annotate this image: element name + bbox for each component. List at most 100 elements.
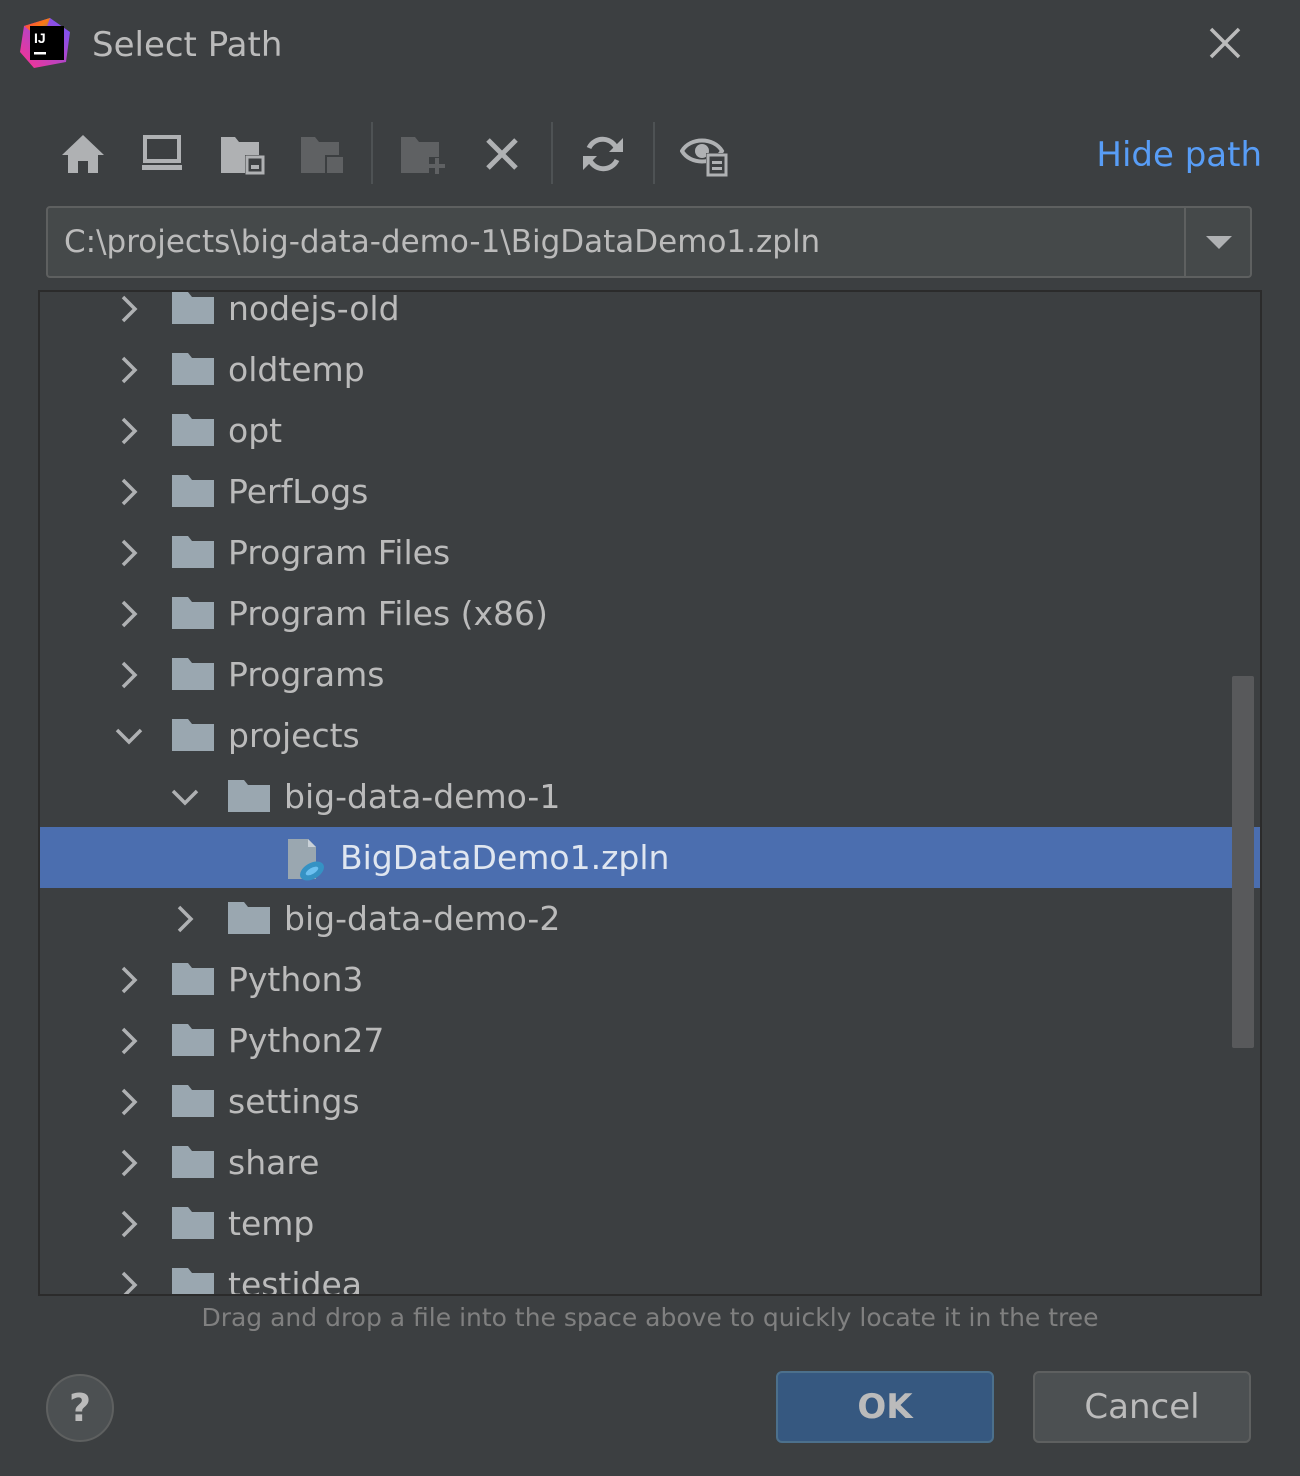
tree-row-label: Program Files (x86) — [228, 594, 548, 633]
zeppelin-file-icon — [282, 837, 328, 881]
tree-row-label: PerfLogs — [228, 472, 369, 511]
tree-row-label: nodejs-old — [228, 290, 400, 328]
close-icon[interactable] — [1200, 18, 1250, 68]
tree-row-folder[interactable]: Program Files (x86) — [40, 583, 1260, 644]
tree-row-label: Programs — [228, 655, 385, 694]
show-hidden-eye-icon — [680, 138, 728, 177]
chevron-right-icon[interactable] — [112, 339, 146, 400]
tree-row-label: projects — [228, 716, 360, 755]
desktop-button[interactable] — [137, 128, 187, 180]
chevron-right-icon[interactable] — [112, 1071, 146, 1132]
title-bar: IJ Select Path — [0, 0, 1300, 92]
tree-row-folder[interactable]: oldtemp — [40, 339, 1260, 400]
app-logo-text: IJ — [34, 30, 46, 46]
tree-row-label: Program Files — [228, 533, 451, 572]
refresh-button[interactable] — [578, 128, 628, 180]
tree-row-label: oldtemp — [228, 350, 365, 389]
delete-x-icon — [486, 138, 518, 170]
tree-row-label: temp — [228, 1204, 315, 1243]
tree-row-folder[interactable]: settings — [40, 1071, 1260, 1132]
tree-row-label: Python3 — [228, 960, 364, 999]
tree-row-label: big-data-demo-2 — [284, 899, 561, 938]
chevron-right-icon[interactable] — [112, 949, 146, 1010]
help-button[interactable]: ? — [46, 1374, 114, 1442]
folder-icon — [170, 349, 216, 389]
refresh-icon — [583, 136, 623, 172]
cancel-button[interactable]: Cancel — [1033, 1371, 1251, 1443]
tree-row-label: BigDataDemo1.zpln — [340, 838, 670, 877]
chevron-right-icon[interactable] — [168, 888, 202, 949]
desktop-icon — [142, 135, 182, 170]
folder-icon — [170, 410, 216, 450]
folder-icon — [170, 654, 216, 694]
tree-row-folder[interactable]: Programs — [40, 644, 1260, 705]
tree-row-folder[interactable]: opt — [40, 400, 1260, 461]
folder-icon — [170, 471, 216, 511]
tree-row-folder[interactable]: projects — [40, 705, 1260, 766]
chevron-down-icon — [1206, 236, 1232, 249]
intellij-logo-icon: IJ — [20, 18, 70, 68]
tree-row-folder[interactable]: temp — [40, 1193, 1260, 1254]
tree-row-folder[interactable]: PerfLogs — [40, 461, 1260, 522]
tree-row-label: big-data-demo-1 — [284, 777, 561, 816]
chevron-right-icon[interactable] — [112, 400, 146, 461]
folder-icon — [170, 715, 216, 755]
chevron-right-icon[interactable] — [112, 583, 146, 644]
new-folder-button[interactable] — [398, 128, 448, 180]
chevron-down-icon[interactable] — [168, 766, 202, 827]
folder-icon — [170, 593, 216, 633]
chevron-right-icon[interactable] — [112, 292, 146, 339]
folder-icon — [170, 1203, 216, 1243]
tree-row-folder[interactable]: share — [40, 1132, 1260, 1193]
chevron-right-icon[interactable] — [112, 1254, 146, 1294]
tree-row-folder[interactable]: big-data-demo-2 — [40, 888, 1260, 949]
folder-icon — [170, 532, 216, 572]
delete-button[interactable] — [477, 128, 527, 180]
folder-icon — [226, 898, 272, 938]
chevron-right-icon[interactable] — [112, 522, 146, 583]
tree-scrollbar-thumb[interactable] — [1232, 676, 1254, 1048]
home-icon — [62, 135, 104, 173]
ok-button[interactable]: OK — [776, 1371, 994, 1443]
tree-row-folder[interactable]: nodejs-old — [40, 290, 1260, 339]
tree-row-folder[interactable]: big-data-demo-1 — [40, 766, 1260, 827]
toolbar-separator — [371, 122, 373, 184]
folder-icon — [170, 959, 216, 999]
tree-row-folder[interactable]: testidea — [40, 1254, 1260, 1296]
chevron-right-icon[interactable] — [112, 461, 146, 522]
toolbar-separator — [653, 122, 655, 184]
module-folder-icon — [301, 137, 343, 173]
dialog-title: Select Path — [92, 25, 283, 65]
folder-icon — [170, 1264, 216, 1294]
path-combobox[interactable] — [46, 206, 1252, 278]
home-directory-button[interactable] — [58, 128, 108, 180]
module-directory-button[interactable] — [297, 128, 347, 180]
project-directory-button[interactable] — [217, 128, 267, 180]
chevron-down-icon[interactable] — [112, 705, 146, 766]
chevron-right-icon[interactable] — [112, 1193, 146, 1254]
tree-row-label: testidea — [228, 1265, 363, 1296]
chevron-right-icon[interactable] — [112, 1132, 146, 1193]
new-folder-icon — [401, 137, 445, 174]
file-tree[interactable]: testidea temp share settings Python27 Python3… — [38, 290, 1262, 1296]
path-dropdown-button[interactable] — [1184, 208, 1252, 276]
toolbar: Hide path — [0, 120, 1300, 190]
path-input[interactable] — [48, 208, 1184, 276]
tree-row-file[interactable]: BigDataDemo1.zpln — [40, 827, 1260, 888]
tree-row-folder[interactable]: Python3 — [40, 949, 1260, 1010]
chevron-right-icon[interactable] — [112, 644, 146, 705]
chevron-right-icon[interactable] — [112, 1010, 146, 1071]
folder-icon — [170, 1142, 216, 1182]
tree-row-label: settings — [228, 1082, 360, 1121]
show-hidden-files-button[interactable] — [680, 128, 730, 180]
tree-row-folder[interactable]: Program Files — [40, 522, 1260, 583]
tree-row-folder[interactable]: Python27 — [40, 1010, 1260, 1071]
tree-row-label: share — [228, 1143, 320, 1182]
toolbar-separator — [551, 122, 553, 184]
hide-path-link[interactable]: Hide path — [1096, 132, 1262, 178]
drag-drop-hint: Drag and drop a file into the space abov… — [201, 1303, 1099, 1332]
tree-row-label: opt — [228, 411, 283, 450]
tree-row-label: Python27 — [228, 1021, 385, 1060]
folder-icon — [170, 292, 216, 328]
project-folder-icon — [221, 137, 265, 175]
